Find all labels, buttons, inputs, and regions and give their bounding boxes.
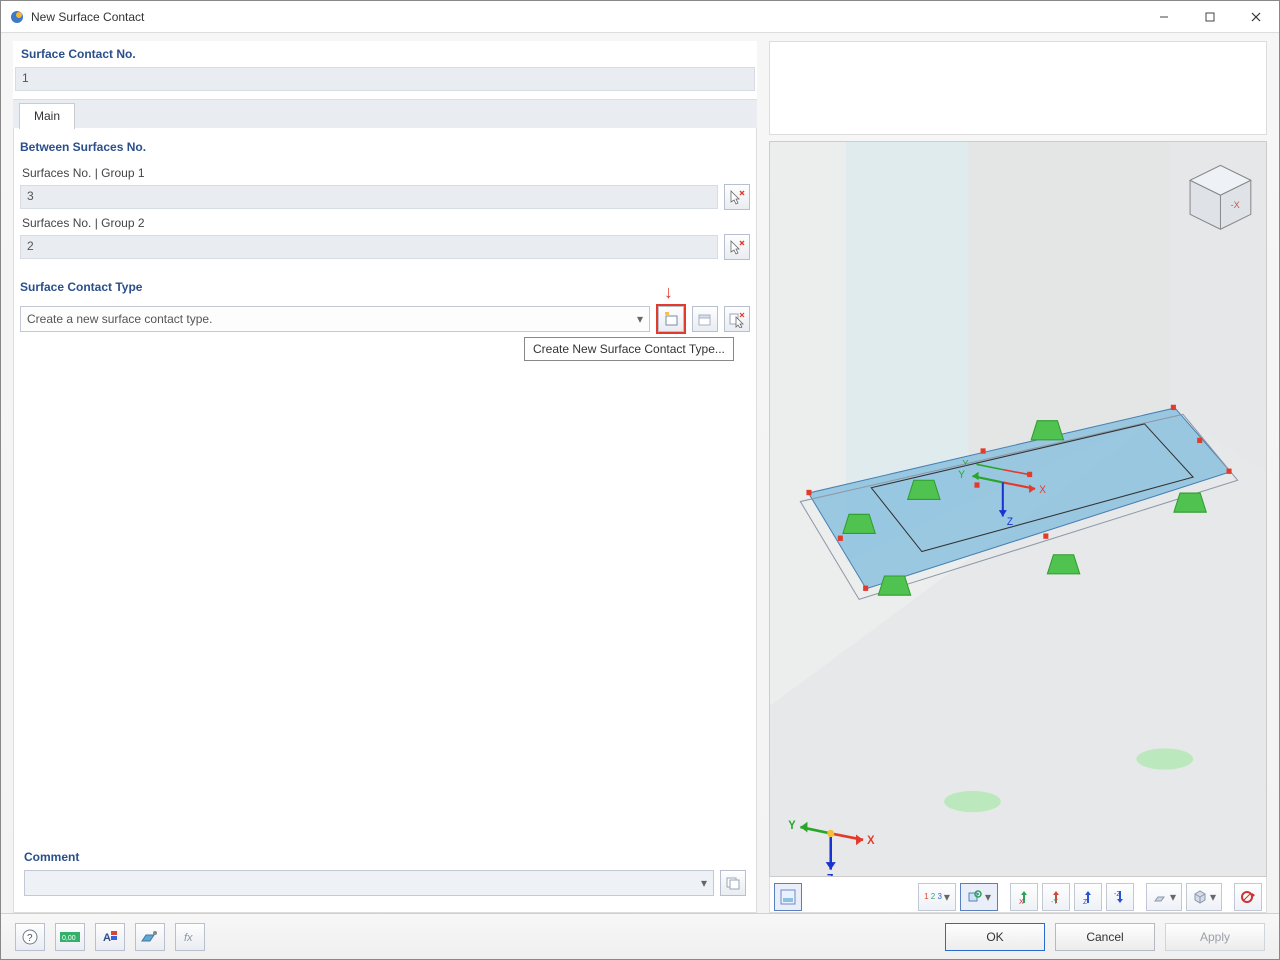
contact-no-field[interactable]: 1 (15, 67, 755, 91)
axis-x-label: X (1039, 485, 1046, 496)
toolbar-view-plus-z-button[interactable]: Z (1074, 883, 1102, 911)
pick-contact-type-button[interactable] (724, 306, 750, 332)
toolbar-view-plus-y-button[interactable]: -Y (1042, 883, 1070, 911)
corner-y-label: Y (788, 820, 796, 832)
svg-text:-Z: -Z (1114, 891, 1121, 898)
preview-toolbar: 1 2 3▾ ▾ X -Y Z -Z ▾ ▾ (769, 877, 1267, 913)
comment-library-button[interactable] (720, 870, 746, 896)
group2-pick-button[interactable] (724, 234, 750, 260)
toolbar-view-mode-button[interactable] (774, 883, 802, 911)
window-title: New Surface Contact (31, 10, 144, 24)
dialog-window: New Surface Contact Surface Contact No. … (0, 0, 1280, 960)
group2-field[interactable]: 2 (20, 235, 718, 259)
preview-3d-viewport[interactable]: X Y Z Y (769, 141, 1267, 877)
tab-main-content: Between Surfaces No. Surfaces No. | Grou… (13, 128, 757, 913)
app-icon (9, 9, 25, 25)
svg-text:A: A (103, 932, 111, 944)
svg-text:?: ? (27, 933, 33, 944)
help-button[interactable]: ? (15, 923, 45, 951)
toolbar-display-mode-button[interactable]: ▾ (1186, 883, 1222, 911)
font-button[interactable]: A (95, 923, 125, 951)
toolbar-numbering-button[interactable]: 1 2 3▾ (918, 883, 956, 911)
contact-no-label: Surface Contact No. (15, 41, 755, 67)
toolbar-show-button[interactable]: ▾ (960, 883, 998, 911)
capture-button[interactable] (135, 923, 165, 951)
title-bar: New Surface Contact (1, 1, 1279, 33)
dialog-footer: ? 0,00 A fx OK Cancel Apply (1, 913, 1279, 959)
chevron-down-icon: ▾ (701, 876, 707, 890)
dialog-body: Surface Contact No. 1 Main Between Surfa… (1, 33, 1279, 913)
tab-main[interactable]: Main (19, 103, 75, 129)
contact-type-placeholder: Create a new surface contact type. (27, 312, 212, 326)
minimize-button[interactable] (1141, 2, 1187, 32)
contact-type-select[interactable]: Create a new surface contact type. ▾ (20, 306, 650, 332)
group1-field[interactable]: 3 (20, 185, 718, 209)
axis-y-label: Y (958, 470, 965, 481)
create-new-contact-type-button[interactable]: Create New Surface Contact Type... (658, 306, 684, 332)
tabs-row: Main (13, 100, 757, 128)
corner-z-label: Z (827, 873, 834, 876)
callout-arrow-icon: ↓ (664, 282, 673, 303)
svg-text:-X: -X (1231, 200, 1241, 210)
axis-y2-label: Y (962, 458, 969, 468)
cancel-button[interactable]: Cancel (1055, 923, 1155, 951)
toolbar-view-plus-x-button[interactable]: X (1010, 883, 1038, 911)
toolbar-perspective-button[interactable]: ▾ (1146, 883, 1182, 911)
units-button[interactable]: 0,00 (55, 923, 85, 951)
axis-z-label: Z (1007, 517, 1014, 528)
corner-x-label: X (867, 835, 875, 847)
between-section-header: Between Surfaces No. (20, 134, 750, 160)
toolbar-view-minus-z-button[interactable]: -Z (1106, 883, 1134, 911)
toolbar-reset-button[interactable] (1234, 883, 1262, 911)
callout-highlight: ↓ Create New Surface Contact Type... (656, 304, 686, 334)
svg-text:X: X (1019, 899, 1024, 905)
svg-text:0,00: 0,00 (62, 935, 76, 942)
right-column: X Y Z Y (769, 41, 1267, 913)
left-column: Surface Contact No. 1 Main Between Surfa… (13, 41, 757, 913)
svg-text:-Y: -Y (1051, 899, 1058, 905)
svg-text:Z: Z (1083, 899, 1088, 905)
group1-label: Surfaces No. | Group 1 (20, 160, 750, 184)
comment-section-header: Comment (24, 844, 746, 870)
close-button[interactable] (1233, 2, 1279, 32)
script-button[interactable]: fx (175, 923, 205, 951)
edit-contact-type-button[interactable] (692, 306, 718, 332)
create-new-tooltip: Create New Surface Contact Type... (524, 337, 734, 361)
ok-button[interactable]: OK (945, 923, 1045, 951)
chevron-down-icon: ▾ (637, 312, 643, 326)
svg-text:fx: fx (184, 932, 193, 944)
comment-field[interactable]: ▾ (24, 870, 714, 896)
group2-label: Surfaces No. | Group 2 (20, 210, 750, 234)
apply-button[interactable]: Apply (1165, 923, 1265, 951)
maximize-button[interactable] (1187, 2, 1233, 32)
contact-type-section-header: Surface Contact Type (20, 274, 750, 300)
group1-pick-button[interactable] (724, 184, 750, 210)
preview-info-panel (769, 41, 1267, 135)
